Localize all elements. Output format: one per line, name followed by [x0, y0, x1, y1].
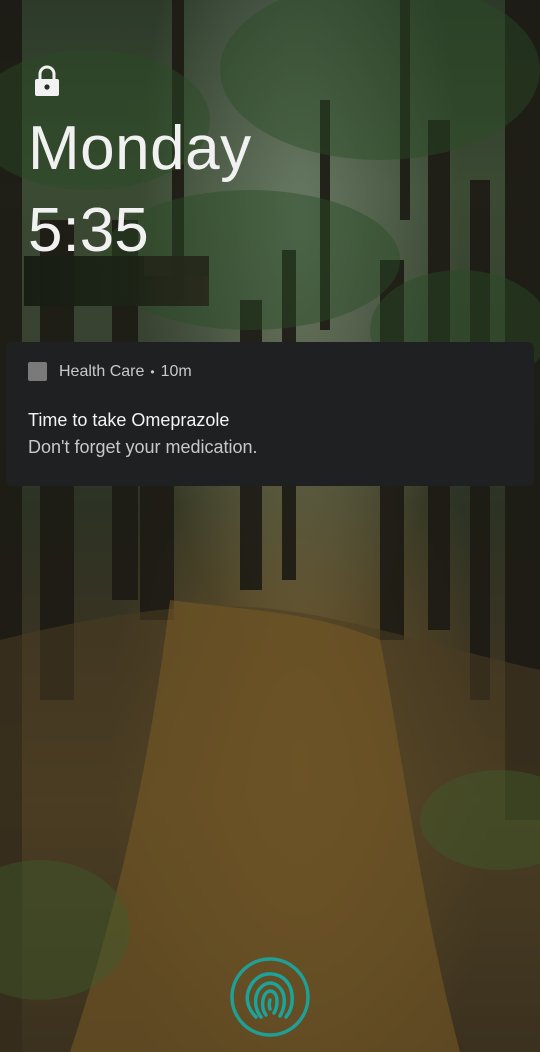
clock-time: 5:35: [28, 196, 149, 265]
masked-status-text: [24, 256, 209, 306]
lock-screen: Monday 5:35 Health Care • 10m Time to ta…: [0, 0, 540, 1052]
notification-title: Time to take Omeprazole: [28, 410, 230, 430]
notification-header: Health Care • 10m: [59, 363, 192, 381]
lock-icon: [33, 64, 61, 98]
separator-dot: •: [150, 365, 155, 379]
app-icon-placeholder: [28, 362, 47, 381]
fingerprint-icon[interactable]: [228, 955, 312, 1039]
notification-body: Don't forget your medication.: [28, 437, 258, 457]
notification-age: 10m: [160, 363, 192, 380]
day-label: Monday: [28, 114, 252, 183]
app-name: Health Care: [59, 363, 145, 380]
notification-card[interactable]: Health Care • 10m Time to take Omeprazol…: [6, 342, 534, 486]
